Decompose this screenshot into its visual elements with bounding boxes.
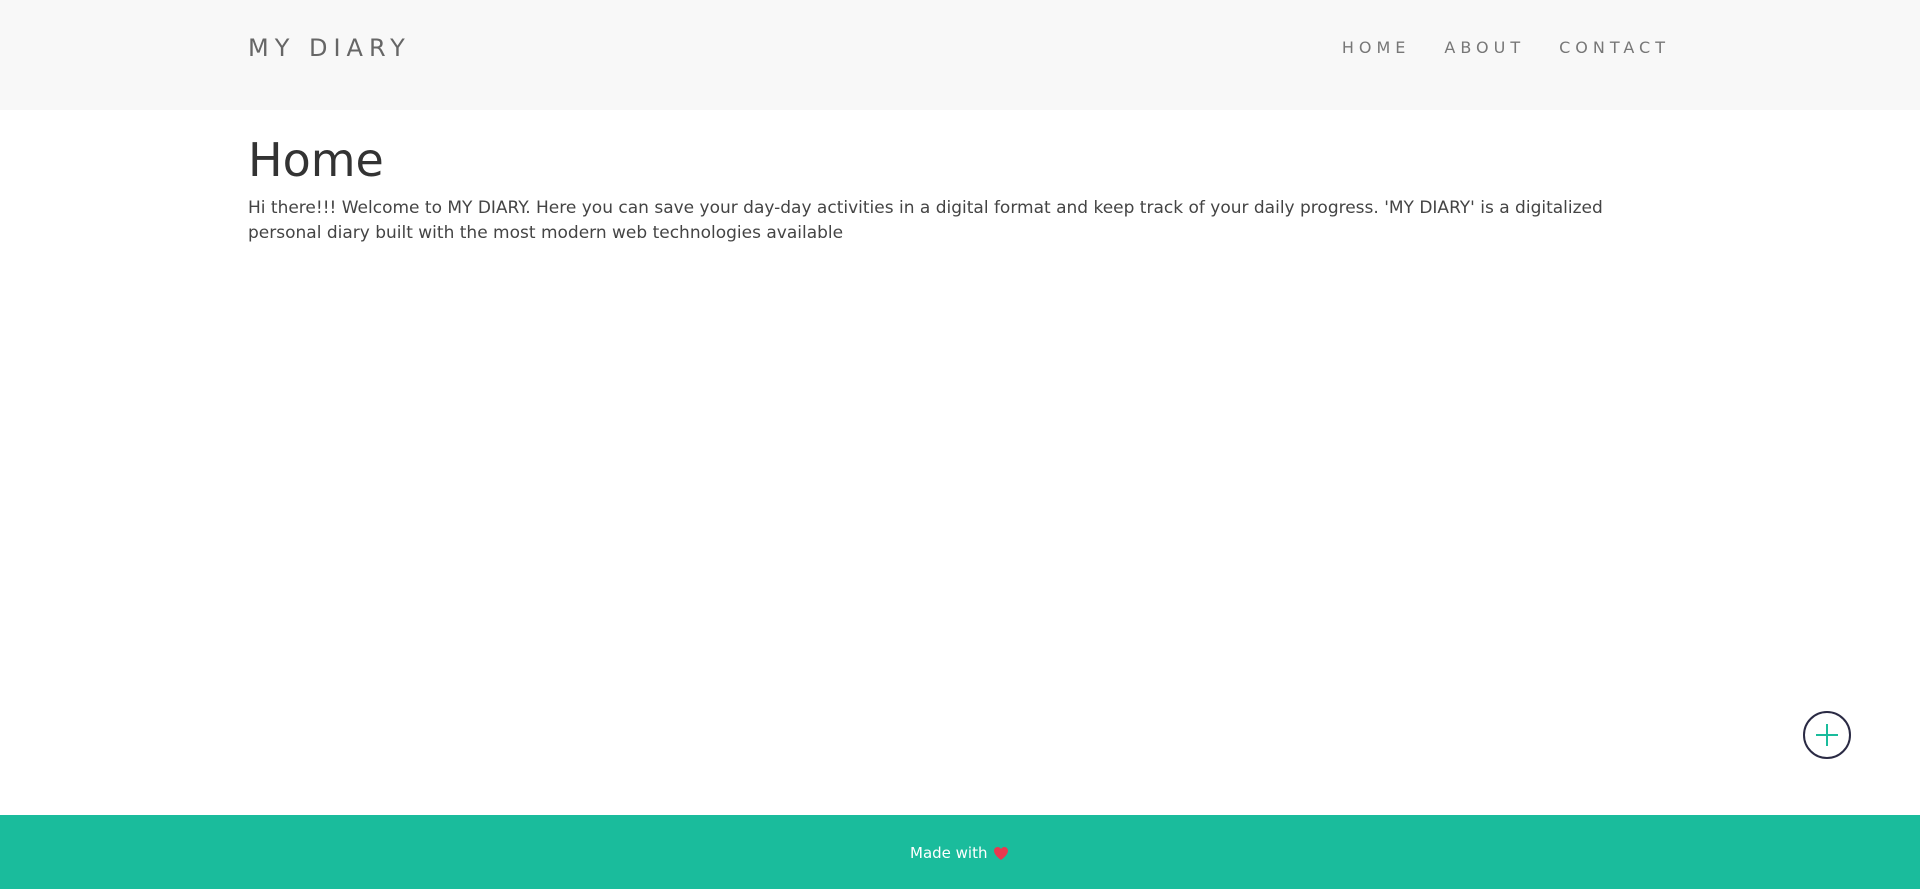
main-nav: HOME ABOUT CONTACT [1342,38,1670,58]
plus-icon [1816,724,1838,746]
site-footer: Made with [0,815,1920,889]
site-header: MY DIARY HOME ABOUT CONTACT [0,0,1920,110]
footer-text: Made with [910,844,988,862]
brand-logo[interactable]: MY DIARY [248,34,411,62]
nav-home-link[interactable]: HOME [1342,38,1411,58]
nav-about-link[interactable]: ABOUT [1444,38,1525,58]
footer-credit: Made with [910,844,1009,862]
main-content: Home Hi there!!! Welcome to MY DIARY. He… [248,130,1648,246]
intro-text: Hi there!!! Welcome to MY DIARY. Here yo… [248,198,1603,243]
add-entry-button[interactable] [1803,711,1851,759]
heart-icon [994,846,1009,860]
nav-contact-link[interactable]: CONTACT [1559,38,1670,58]
page-title: Home [248,133,384,187]
